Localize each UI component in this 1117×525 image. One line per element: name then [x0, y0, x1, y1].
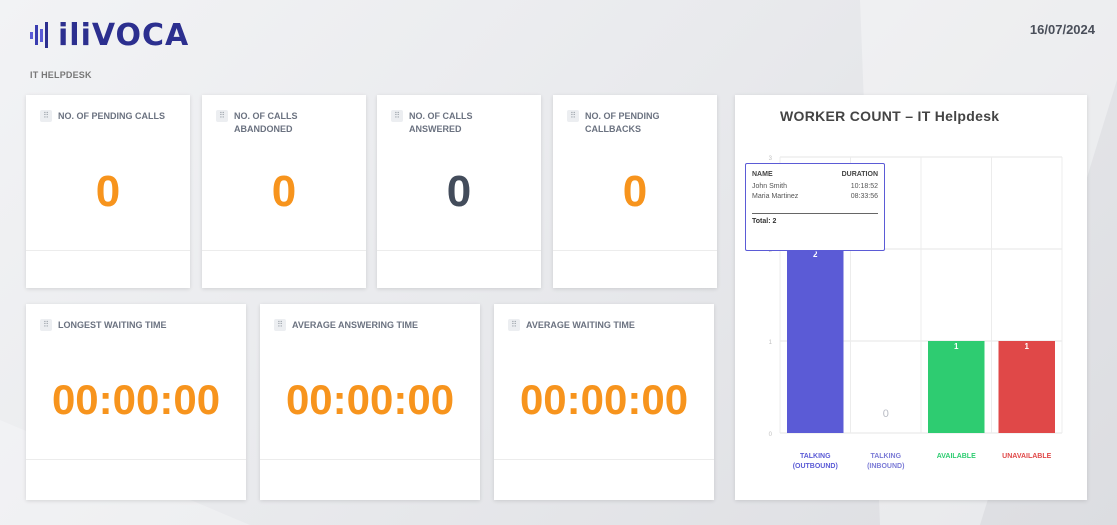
x-tick-label: UNAVAILABLE	[1002, 453, 1051, 460]
pending-callbacks-card: ⠿ NO. OF PENDING CALLBACKS 0	[553, 95, 717, 288]
bar	[787, 249, 844, 433]
card-value: 0	[95, 167, 121, 216]
current-date: 16/07/2024	[1029, 22, 1095, 37]
longest-waiting-time-card: ⠿ LONGEST WAITING TIME 00:00:00	[26, 304, 246, 500]
bar-data-label: 1	[1025, 342, 1030, 351]
tooltip-worker-duration: 08:33:56	[850, 193, 878, 200]
tooltip-total: Total: 2	[752, 218, 777, 225]
calls-abandoned-card: ⠿ NO. OF CALLS ABANDONED 0	[202, 95, 366, 288]
card-title: NO. OF PENDING CALLBACKS	[585, 111, 660, 134]
x-tick-label: TALKING	[800, 453, 831, 460]
drag-handle-icon[interactable]: ⠿	[216, 110, 228, 122]
drag-handle-icon[interactable]: ⠿	[391, 110, 403, 122]
section-label: IT HELPDESK	[30, 70, 92, 80]
bar-data-label: 1	[954, 342, 959, 351]
tooltip-row: Maria Martinez 08:33:56	[752, 193, 878, 200]
card-divider	[260, 459, 480, 460]
worker-count-chart: 01232TALKING(OUTBOUND)0TALKING(INBOUND)1…	[769, 156, 1063, 470]
y-tick-label: 0	[769, 432, 773, 438]
worker-count-chart-card: WORKER COUNT – IT Helpdesk 0 1 2 3 2 TALKING(…	[735, 95, 1087, 500]
card-title: NO. OF PENDING CALLS	[58, 111, 166, 121]
y-tick-label: 1	[769, 340, 773, 346]
card-title: LONGEST WAITING TIME	[58, 320, 167, 330]
drag-handle-icon[interactable]: ⠿	[40, 319, 52, 331]
card-value: 0	[622, 167, 648, 216]
drag-handle-icon[interactable]: ⠿	[508, 319, 520, 331]
tooltip-row: John Smith 10:18:52	[752, 183, 878, 190]
card-divider	[26, 250, 190, 251]
card-value: 0	[446, 167, 472, 216]
drag-handle-icon[interactable]: ⠿	[567, 110, 579, 122]
card-divider	[377, 250, 541, 251]
card-value: 0	[271, 167, 297, 216]
tooltip-name-header: NAME	[752, 171, 773, 178]
x-tick-label: TALKING	[870, 453, 901, 460]
tooltip-duration-header: DURATION	[841, 171, 878, 178]
card-divider	[553, 250, 717, 251]
x-tick-label: (INBOUND)	[867, 463, 904, 470]
card-divider	[494, 459, 714, 460]
card-divider	[26, 459, 246, 460]
card-value: 00:00:00	[285, 376, 455, 423]
card-title: NO. OF CALLS ABANDONED	[234, 111, 298, 134]
card-value: 00:00:00	[519, 376, 689, 423]
tooltip-divider	[752, 213, 878, 214]
card-value: 00:00:00	[51, 376, 221, 423]
app-logo: iliVOCA	[30, 17, 190, 53]
x-tick-label: AVAILABLE	[937, 453, 976, 460]
logo-bars-icon	[30, 22, 48, 48]
drag-handle-icon[interactable]: ⠿	[40, 110, 52, 122]
average-answering-time-card: ⠿ AVERAGE ANSWERING TIME 00:00:00	[260, 304, 480, 500]
tooltip-worker-name: Maria Martinez	[752, 193, 799, 200]
bar-data-label: 0	[883, 408, 889, 420]
average-waiting-time-card: ⠿ AVERAGE WAITING TIME 00:00:00	[494, 304, 714, 500]
logo-text: iliVOCA	[58, 17, 190, 53]
pending-calls-card: ⠿ NO. OF PENDING CALLS 0	[26, 95, 190, 288]
tooltip-worker-name: John Smith	[752, 183, 788, 190]
worker-tooltip: NAME DURATION John Smith 10:18:52 Maria …	[745, 163, 885, 251]
card-divider	[202, 250, 366, 251]
y-tick-label: 3	[769, 156, 773, 162]
card-title: AVERAGE WAITING TIME	[526, 320, 635, 330]
drag-handle-icon[interactable]: ⠿	[274, 319, 286, 331]
card-title: AVERAGE ANSWERING TIME	[292, 320, 419, 330]
calls-answered-card: ⠿ NO. OF CALLS ANSWERED 0	[377, 95, 541, 288]
x-tick-label: (OUTBOUND)	[793, 463, 838, 470]
tooltip-worker-duration: 10:18:52	[850, 183, 878, 190]
bar	[928, 341, 985, 433]
bar	[998, 341, 1055, 433]
card-title: NO. OF CALLS ANSWERED	[409, 111, 473, 134]
tooltip-arrow	[807, 250, 817, 256]
